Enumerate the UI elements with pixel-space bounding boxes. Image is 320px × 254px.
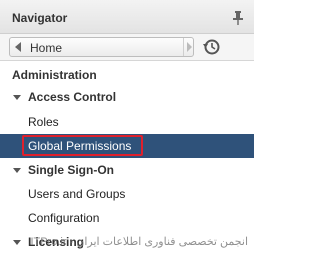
tree-item-single-sign-on[interactable]: Single Sign-On <box>0 158 254 182</box>
navigator-title: Navigator <box>12 11 68 25</box>
tree-item-users-and-groups[interactable]: Users and Groups <box>0 182 254 206</box>
forward-button[interactable] <box>183 38 195 56</box>
users-and-groups-label: Users and Groups <box>28 187 126 201</box>
single-sign-on-label: Single Sign-On <box>28 163 114 177</box>
tree-item-configuration[interactable]: Configuration <box>0 206 254 230</box>
forward-arrow-icon <box>187 42 192 52</box>
section-administration: Administration <box>0 63 254 87</box>
navigator-header: Navigator <box>0 0 254 34</box>
navigation-bar: Home <box>0 34 254 61</box>
access-control-label: Access Control <box>28 90 117 104</box>
navigator-panel: Navigator Home Administration Access Con… <box>0 0 254 252</box>
administration-label: Administration <box>12 68 97 82</box>
home-label: Home <box>30 41 63 55</box>
caret-down-icon[interactable] <box>13 168 21 173</box>
tree-item-access-control[interactable]: Access Control <box>0 85 254 109</box>
watermark: ITPro.ir - انجمن تخصصی فناوری اطلاعات ای… <box>0 232 254 252</box>
global-permissions-label: Global Permissions <box>28 139 132 153</box>
tree-item-roles[interactable]: Roles <box>0 110 254 134</box>
navigator-tree: Administration Access Control Roles Glob… <box>0 61 254 252</box>
roles-label: Roles <box>28 115 59 129</box>
home-button[interactable]: Home <box>9 37 194 57</box>
pin-icon[interactable] <box>232 11 244 25</box>
configuration-label: Configuration <box>28 211 100 225</box>
watermark-text: ITPro.ir - انجمن تخصصی فناوری اطلاعات ای… <box>30 236 248 248</box>
history-icon[interactable] <box>202 37 222 57</box>
back-arrow-icon[interactable] <box>14 42 22 52</box>
tree-item-global-permissions[interactable]: Global Permissions <box>0 134 254 158</box>
caret-down-icon[interactable] <box>13 95 21 100</box>
